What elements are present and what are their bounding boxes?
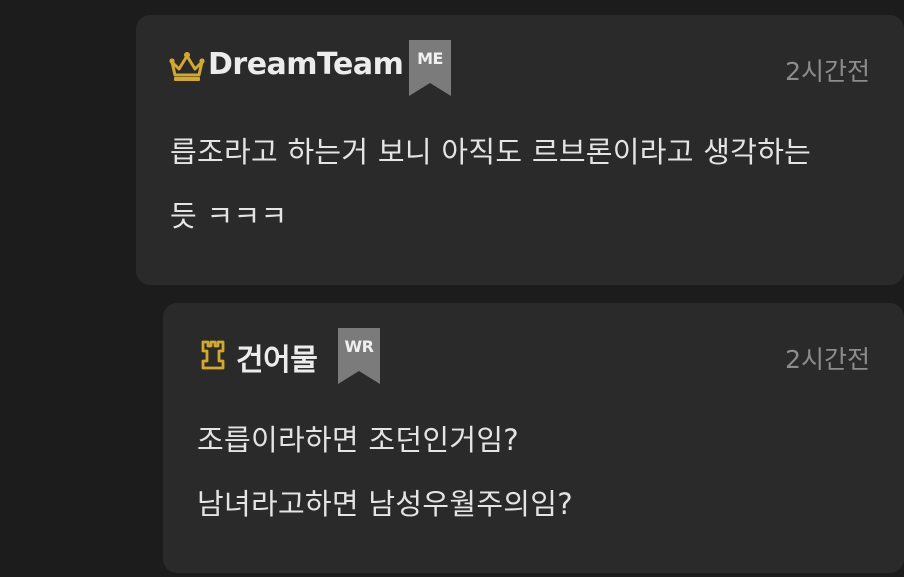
crown-icon: [168, 50, 206, 88]
comment-timestamp: 2시간전: [785, 57, 870, 86]
comment-text-line: 남녀라고하면 남성우월주의임?: [197, 487, 573, 521]
comment-header: DreamTeam ME 2시간전: [136, 15, 904, 115]
badge-label: WR: [344, 337, 374, 356]
reply-card: 건어물 WR 2시간전 조릅이라하면 조던인거임? 남녀라고하면 남성우월주의임…: [163, 303, 904, 573]
badge-label: ME: [417, 49, 443, 68]
comment-card: DreamTeam ME 2시간전 릅조라고 하는거 보니 아직도 르브론이라고…: [136, 15, 904, 285]
user-badge: ME: [409, 40, 451, 96]
comment-header: 건어물 WR 2시간전: [163, 303, 904, 403]
comment-text-line: 조릅이라하면 조던인거임?: [197, 423, 519, 457]
comment-timestamp: 2시간전: [785, 345, 870, 374]
comment-author[interactable]: DreamTeam: [208, 47, 404, 82]
comment-author[interactable]: 건어물: [236, 335, 318, 379]
comment-text-line: 듯 ㅋㅋㅋ: [170, 199, 288, 233]
user-badge: WR: [338, 328, 380, 384]
comment-text-line: 릅조라고 하는거 보니 아직도 르브론이라고 생각하는: [170, 135, 812, 169]
rook-icon: [199, 339, 227, 375]
